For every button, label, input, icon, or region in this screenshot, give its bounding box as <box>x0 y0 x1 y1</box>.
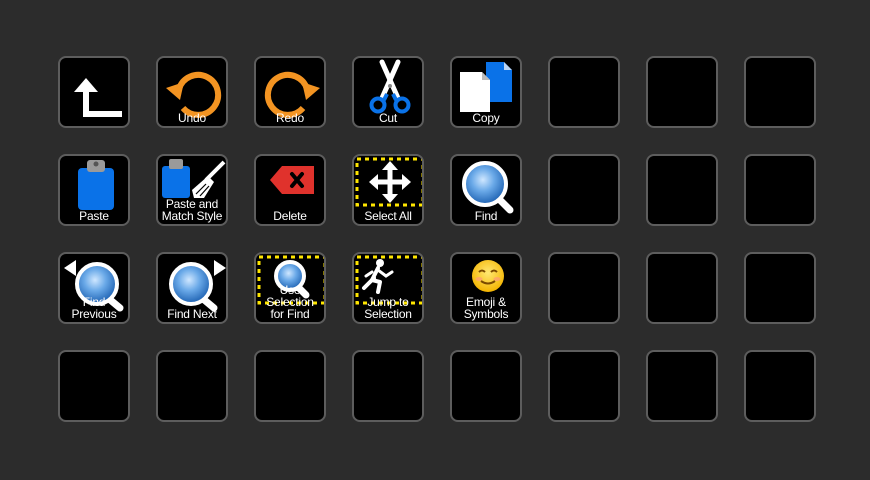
empty-key[interactable] <box>548 56 620 128</box>
key-label: Find <box>474 209 498 223</box>
redo-key[interactable]: Redo <box>254 56 326 128</box>
key-label: Emoji & Symbols <box>463 295 509 321</box>
empty-key[interactable] <box>548 252 620 324</box>
empty-key[interactable] <box>744 154 816 226</box>
find-previous-key[interactable]: Find Previous <box>58 252 130 324</box>
back-arrow-icon <box>74 78 122 117</box>
empty-key[interactable] <box>58 350 130 422</box>
emoji-symbols-key[interactable]: Emoji & Symbols <box>450 252 522 324</box>
empty-key[interactable] <box>548 350 620 422</box>
key-label: Select All <box>364 209 412 223</box>
empty-key[interactable] <box>744 252 816 324</box>
delete-key[interactable]: Delete <box>254 154 326 226</box>
empty-key[interactable] <box>646 350 718 422</box>
select-all-key[interactable]: Select All <box>352 154 424 226</box>
cut-key[interactable]: Cut <box>352 56 424 128</box>
empty-key[interactable] <box>254 350 326 422</box>
key-label: Paste and Match Style <box>161 197 223 223</box>
back-key[interactable] <box>58 56 130 128</box>
empty-key[interactable] <box>156 350 228 422</box>
key-label: Jump to Selection <box>364 295 412 321</box>
key-label: Delete <box>273 209 307 223</box>
empty-key[interactable] <box>646 154 718 226</box>
key-label: Find Previous <box>71 295 117 321</box>
empty-key[interactable] <box>646 56 718 128</box>
key-label: Redo <box>276 111 304 125</box>
copy-key[interactable]: Copy <box>450 56 522 128</box>
use-selection-for-find-key[interactable]: Use Selection for Find <box>254 252 326 324</box>
empty-key[interactable] <box>744 56 816 128</box>
empty-key[interactable] <box>352 350 424 422</box>
undo-key[interactable]: Undo <box>156 56 228 128</box>
jump-to-selection-key[interactable]: Jump to Selection <box>352 252 424 324</box>
key-label: Use Selection for Find <box>266 283 314 321</box>
find-next-key[interactable]: Find Next <box>156 252 228 324</box>
empty-key[interactable] <box>744 350 816 422</box>
key-label: Cut <box>378 111 398 125</box>
empty-key[interactable] <box>646 252 718 324</box>
key-label: Paste <box>79 209 109 223</box>
key-label: Copy <box>472 111 500 125</box>
empty-key[interactable] <box>548 154 620 226</box>
find-key[interactable]: Find <box>450 154 522 226</box>
key-label: Undo <box>178 111 206 125</box>
paste-key[interactable]: Paste <box>58 154 130 226</box>
empty-key[interactable] <box>450 350 522 422</box>
paste-match-style-key[interactable]: Paste and Match Style <box>156 154 228 226</box>
stream-deck-key-grid: Undo Redo Cut Copy Paste Paste and Match… <box>0 0 870 480</box>
key-label: Find Next <box>167 307 217 321</box>
